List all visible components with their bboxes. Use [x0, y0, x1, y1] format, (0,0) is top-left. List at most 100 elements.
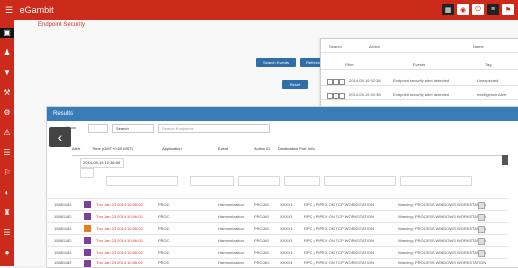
reset-button[interactable]: Reset: [282, 80, 308, 89]
panel-title: Results: [47, 107, 518, 121]
row-port: XXXX1: [280, 250, 293, 255]
filter-port[interactable]: [284, 176, 320, 186]
dialog-row[interactable]: 2014-05-19 02:38 Endpoint security alert…: [321, 77, 518, 86]
row-id: 15881182: [54, 260, 72, 265]
sidebar-item-warnings[interactable]: ⚠: [2, 128, 12, 138]
sidebar-item-alerts2[interactable]: ♜: [2, 208, 12, 218]
row-note: Warning: PROCESS WINDOWS WORKSTATION: [398, 238, 487, 243]
sidebar-item-alerts[interactable]: ▼: [2, 68, 12, 78]
row-port: XXXX1: [280, 260, 293, 265]
col-time[interactable]: Time (GMT+0:00 MST): [92, 146, 133, 151]
search-field-value: Search: [116, 126, 129, 131]
search-events-button[interactable]: Search Events: [256, 58, 296, 67]
row-aid: PROJ#1: [254, 202, 270, 207]
dialog-row-date: 2014-05-19 02:38: [349, 92, 381, 97]
row-aid: PROJ#1: [254, 260, 270, 265]
dialog-col-filter[interactable]: Filter: [345, 62, 354, 67]
back-arrow-icon[interactable]: ‹: [49, 127, 71, 147]
row-event: Harmonization: [218, 250, 244, 255]
sidebar-item-profile[interactable]: ◐: [2, 188, 12, 198]
search-field[interactable]: Search: [112, 124, 154, 133]
row-note: Warning: PROCESS WINDOWS WORKSTATION: [398, 250, 487, 255]
user-icon[interactable]: ◉: [457, 4, 469, 15]
dialog-search-label[interactable]: Search: [329, 44, 342, 49]
dialog-row-tag: Unexpected: [477, 78, 499, 83]
page-title: Endpoint Security: [38, 22, 86, 28]
sidebar-item-users[interactable]: ♟: [2, 48, 12, 58]
row-app: PROC: [158, 214, 170, 219]
row-time: Thu Jan 23 2014 10:06:02: [96, 260, 143, 265]
row-id: 15881182: [54, 226, 72, 231]
status-icon: [84, 237, 91, 244]
row-event: Harmonization: [218, 226, 244, 231]
menu-icon[interactable]: ≡: [487, 4, 499, 15]
col-action-id[interactable]: Action ID: [254, 146, 270, 151]
col-dest-port[interactable]: Destination Port: [278, 146, 306, 151]
endpoint-search-input[interactable]: Search Endpoints: [158, 124, 270, 133]
dialog-action-label[interactable]: Action: [369, 44, 380, 49]
row-app: PROC: [158, 238, 170, 243]
row-port: XXXX1: [280, 202, 293, 207]
dialog-row-event: Endpoint security alert detected: [393, 92, 450, 97]
col-alert[interactable]: Alert: [72, 146, 80, 151]
row-action-checkbox[interactable]: [478, 214, 485, 221]
row-time: Thu Jan 23 2014 10:06:02: [96, 238, 143, 243]
row-note: Warning: PROCESS WINDOWS WORKSTATION: [398, 226, 487, 231]
filter-note[interactable]: [400, 176, 472, 186]
table-filters: 2014-05-19 12:36:09: [72, 156, 508, 186]
top-bar: ☰ eGambit ▦ ◉ ⏻ ≡ ⚑: [0, 0, 518, 20]
row-action-checkbox[interactable]: [478, 202, 485, 209]
dialog-row-date: 2014-05-19 02:38: [349, 78, 381, 83]
row-note: Warning: PROCESS WINDOWS WORKSTATION: [398, 214, 487, 219]
show-select[interactable]: [88, 124, 108, 133]
sidebar-item-settings[interactable]: ⚙: [2, 108, 12, 118]
filter-event[interactable]: [190, 176, 234, 186]
sidebar-item-dashboard[interactable]: ▣: [0, 28, 14, 38]
row-action-checkbox[interactable]: [478, 250, 485, 257]
row-aid: PROJ#1: [254, 226, 270, 231]
flag-icon[interactable]: ⚑: [502, 4, 514, 15]
row-checkbox[interactable]: [339, 93, 345, 99]
dialog-row[interactable]: 2014-05-19 02:38 Endpoint security alert…: [321, 91, 518, 100]
brand-logo-icon: ☰: [5, 5, 14, 15]
filter-small[interactable]: [80, 168, 94, 178]
dialog-column-header: Filter Events Tag: [321, 61, 518, 70]
status-icon: [84, 225, 91, 232]
row-info: RPC | PIPEX ON TCP WORKSTATION: [304, 260, 374, 265]
top-right-actions: ▦ ◉ ⏻ ≡ ⚑: [442, 4, 514, 15]
row-time: Thu Jan 23 2014 10:06:02: [96, 250, 143, 255]
table-header: Alert Time (GMT+0:00 MST) Application Ev…: [72, 143, 508, 156]
row-app: PROC: [158, 226, 170, 231]
filter-aid[interactable]: [238, 176, 280, 186]
col-event[interactable]: Event: [218, 146, 228, 151]
row-port: XXXX1: [280, 214, 293, 219]
dialog-col-tag[interactable]: Tag: [485, 62, 491, 67]
scrollbar[interactable]: [502, 155, 508, 165]
row-checkbox[interactable]: [339, 79, 345, 85]
filter-info[interactable]: [324, 176, 396, 186]
row-id: 15881182: [54, 202, 72, 207]
filter-app[interactable]: [106, 176, 178, 186]
col-application[interactable]: Application: [162, 146, 182, 151]
sidebar-item-security[interactable]: ⚐: [2, 168, 12, 178]
row-time: Thu Jan 23 2014 10:06:02: [96, 214, 143, 219]
row-time: Thu Jan 23 2014 10:06:02: [96, 202, 143, 207]
sidebar-item-help[interactable]: ●: [2, 248, 12, 258]
sidebar-item-reports[interactable]: ☰: [2, 148, 12, 158]
dialog-name-label[interactable]: Name: [473, 44, 484, 49]
dialog-col-events[interactable]: Events: [413, 62, 425, 67]
row-port: XXXX1: [280, 238, 293, 243]
row-action-checkbox[interactable]: [478, 238, 485, 245]
status-icon: [84, 249, 91, 256]
col-info[interactable]: Info: [308, 146, 315, 151]
power-icon[interactable]: ⏻: [472, 4, 484, 15]
sidebar-item-logs[interactable]: ☰: [2, 228, 12, 238]
filter-time[interactable]: 2014-05-19 12:36:09: [80, 158, 124, 168]
row-action-checkbox[interactable]: [478, 226, 485, 233]
status-icon: [84, 201, 91, 208]
brand[interactable]: ☰ eGambit: [5, 5, 54, 16]
row-port: XXXX1: [280, 226, 293, 231]
row-time: Thu Jan 23 2014 10:06:02: [96, 226, 143, 231]
sidebar-item-tools[interactable]: ⚒: [2, 88, 12, 98]
grid-icon[interactable]: ▦: [442, 4, 454, 15]
